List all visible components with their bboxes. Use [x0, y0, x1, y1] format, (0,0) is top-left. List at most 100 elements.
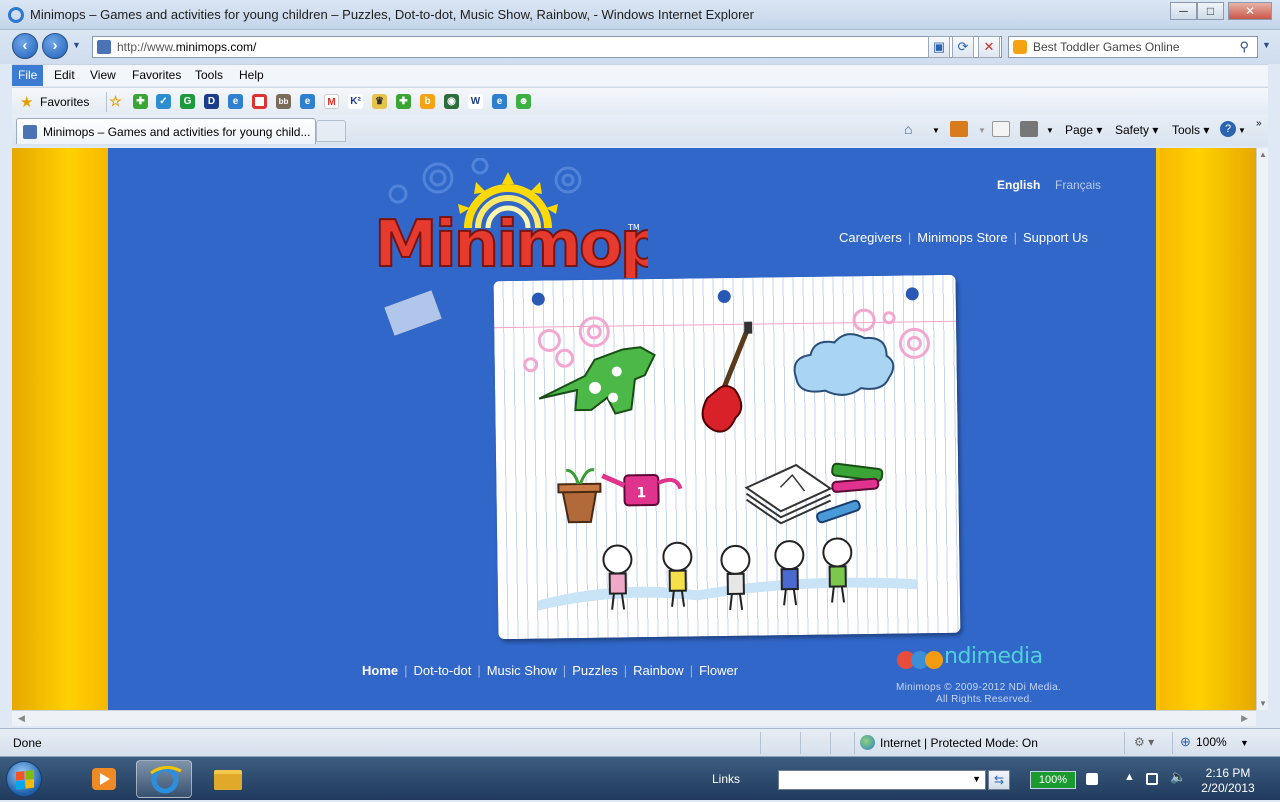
nav-home[interactable]: Home	[362, 663, 398, 678]
menu-edit[interactable]: Edit	[50, 68, 79, 82]
new-tab-button[interactable]	[316, 120, 346, 142]
zoom-level[interactable]: 100%	[1196, 735, 1227, 749]
ndi-brand[interactable]: ndimedia	[944, 644, 1043, 669]
menu-view[interactable]: View	[86, 68, 120, 82]
safety-menu[interactable]: Safety ▾	[1115, 123, 1158, 137]
fav-ie-page-icon-2[interactable]: e	[300, 94, 315, 109]
read-mail-icon[interactable]	[992, 121, 1010, 137]
menu-help[interactable]: Help	[235, 68, 268, 82]
fav-bird-icon[interactable]: ✓	[156, 94, 171, 109]
nav-puzzles[interactable]: Puzzles	[572, 663, 618, 678]
crayons-icon[interactable]	[815, 462, 884, 524]
link-support-us[interactable]: Support Us	[1023, 230, 1088, 245]
fav-frog-icon[interactable]: ☻	[516, 94, 531, 109]
forward-button[interactable]: ›	[42, 33, 68, 59]
fav-bing-icon[interactable]: b	[420, 94, 435, 109]
address-bar[interactable]: http://www.minimops.com/ ▼	[92, 36, 1002, 58]
protected-mode-icon[interactable]: ⚙ ▾	[1134, 735, 1154, 749]
search-box[interactable]: Best Toddler Games Online ⚲	[1008, 36, 1258, 58]
link-minimops-store[interactable]: Minimops Store	[917, 230, 1007, 245]
taskbar-address-input[interactable]: ▼	[778, 770, 986, 790]
fav-clover-icon-2[interactable]: ✚	[396, 94, 411, 109]
menu-favorites[interactable]: Favorites	[128, 68, 185, 82]
maximize-button[interactable]: □	[1197, 2, 1224, 20]
close-window-button[interactable]: ✕	[1228, 2, 1272, 20]
tab-minimops[interactable]: Minimops – Games and activities for youn…	[16, 118, 316, 144]
feeds-dropdown-icon[interactable]: ▼	[978, 126, 986, 135]
nav-dot-to-dot[interactable]: Dot-to-dot	[414, 663, 472, 678]
action-center-icon[interactable]	[1146, 773, 1158, 785]
links-toolbar-label[interactable]: Links	[712, 772, 740, 786]
vertical-scrollbar[interactable]: ▲ ▼	[1256, 148, 1268, 710]
flower-pot-icon[interactable]	[557, 468, 602, 524]
nav-flower[interactable]: Flower	[699, 663, 738, 678]
music-show-guitar-icon[interactable]	[701, 321, 753, 433]
fav-ie-page-icon[interactable]: e	[228, 94, 243, 109]
search-options-dropdown-icon[interactable]: ▼	[1262, 40, 1271, 50]
favorites-button[interactable]: Favorites	[40, 95, 89, 109]
fav-bb-icon[interactable]: bb	[276, 94, 291, 109]
minimops-logo[interactable]: Minimops TM	[358, 158, 648, 278]
home-dropdown-icon[interactable]: ▼	[932, 126, 940, 135]
rainbow-cloud-icon[interactable]	[793, 333, 895, 396]
battery-meter[interactable]: 100%	[1030, 771, 1076, 789]
refresh-button[interactable]: ⟳	[952, 36, 974, 58]
power-plug-icon[interactable]	[1086, 773, 1098, 785]
scroll-up-icon[interactable]: ▲	[1259, 150, 1267, 159]
watering-can-icon[interactable]: 1	[601, 473, 683, 507]
back-button[interactable]: ‹	[12, 33, 38, 59]
fav-owl-icon[interactable]: ◉	[444, 94, 459, 109]
nav-music-show[interactable]: Music Show	[487, 663, 557, 678]
help-icon[interactable]: ?	[1220, 121, 1236, 137]
minimize-button[interactable]: ─	[1170, 2, 1197, 20]
taskbar-explorer[interactable]	[200, 760, 256, 798]
print-icon[interactable]	[1020, 121, 1038, 137]
add-favorite-icon[interactable]: ☆	[108, 94, 123, 109]
volume-icon[interactable]: 🔈	[1170, 769, 1186, 785]
page-menu[interactable]: Page ▾	[1065, 123, 1102, 137]
nav-rainbow[interactable]: Rainbow	[633, 663, 684, 678]
tools-menu[interactable]: Tools ▾	[1172, 123, 1209, 137]
print-dropdown-icon[interactable]: ▼	[1046, 126, 1054, 135]
taskbar-media-player[interactable]	[76, 760, 132, 798]
more-commands-chevron-icon[interactable]: »	[1256, 118, 1262, 129]
taskbar-go-button[interactable]: ⇆	[988, 770, 1010, 790]
zoom-icon[interactable]: ⊕	[1180, 734, 1191, 750]
ndi-logo-icon[interactable]	[896, 648, 944, 672]
feeds-icon[interactable]	[950, 121, 968, 137]
fav-crown-icon[interactable]: ♛	[372, 94, 387, 109]
system-clock[interactable]: 2:16 PM 2/20/2013	[1196, 766, 1260, 796]
taskbar-address-dropdown-icon[interactable]: ▼	[972, 774, 981, 784]
taskbar-internet-explorer[interactable]	[136, 760, 192, 798]
start-button[interactable]	[6, 761, 42, 797]
fav-g-icon[interactable]: G	[180, 94, 195, 109]
address-url[interactable]: http://www.minimops.com/	[117, 40, 256, 54]
stop-button[interactable]: ✕	[978, 36, 1000, 58]
language-english[interactable]: English	[997, 178, 1040, 192]
zoom-dropdown-icon[interactable]: ▼	[1240, 738, 1249, 748]
fav-k2-icon[interactable]: K²	[348, 94, 363, 109]
menu-tools[interactable]: Tools	[191, 68, 227, 82]
link-caregivers[interactable]: Caregivers	[839, 230, 902, 245]
scroll-left-icon[interactable]: ◀	[18, 713, 25, 724]
scroll-right-icon[interactable]: ▶	[1241, 713, 1248, 724]
home-icon[interactable]: ⌂	[904, 121, 922, 137]
fav-wikipedia-icon[interactable]: W	[468, 94, 483, 109]
fav-clover-icon[interactable]: ✚	[133, 94, 148, 109]
fav-ie-page-icon-3[interactable]: e	[492, 94, 507, 109]
help-dropdown-icon[interactable]: ▼	[1238, 126, 1246, 135]
fav-ring-icon[interactable]	[252, 94, 267, 109]
fav-disney-icon[interactable]: D	[204, 94, 219, 109]
language-french[interactable]: Français	[1055, 178, 1101, 192]
menu-file[interactable]: File	[12, 65, 44, 86]
recent-pages-dropdown-icon[interactable]: ▼	[72, 40, 81, 50]
compatibility-view-button[interactable]: ▣	[928, 36, 950, 58]
favorites-star-icon[interactable]: ★	[20, 93, 33, 111]
show-hidden-icons-icon[interactable]: ▲	[1124, 771, 1135, 783]
horizontal-scrollbar[interactable]: ◀ ▶	[12, 710, 1256, 726]
scroll-down-icon[interactable]: ▼	[1259, 699, 1267, 708]
fav-gmail-icon[interactable]: M	[324, 94, 339, 109]
search-icon[interactable]: ⚲	[1239, 39, 1249, 55]
search-input[interactable]: Best Toddler Games Online	[1033, 40, 1180, 54]
security-zone-text[interactable]: Internet | Protected Mode: On	[880, 736, 1038, 750]
